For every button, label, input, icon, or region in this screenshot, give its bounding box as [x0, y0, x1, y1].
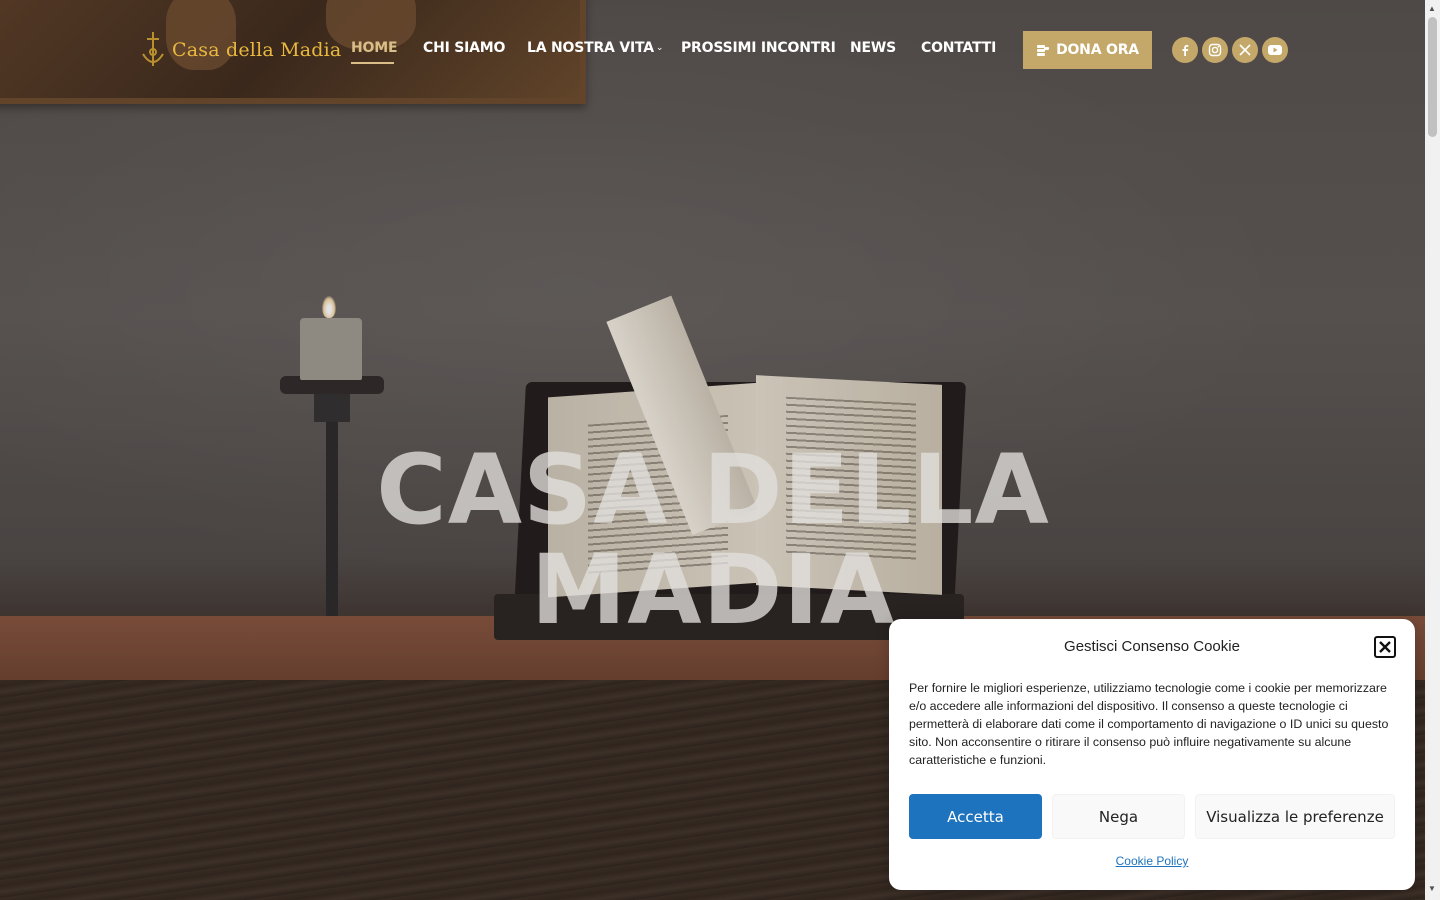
- cookie-deny-button[interactable]: Nega: [1052, 794, 1185, 839]
- hero-title: CASA DELLA MADIA: [360, 440, 1066, 640]
- cookie-dialog-text: Per fornire le migliori esperienze, util…: [909, 681, 1389, 767]
- nav-contatti[interactable]: CONTATTI: [921, 40, 996, 56]
- nav-la-nostra-vita-label: LA NOSTRA VITA: [527, 40, 654, 56]
- nav-home[interactable]: HOME: [351, 40, 398, 56]
- anchor-cross-icon: [140, 30, 166, 70]
- site-header: Casa della Madia HOME CHI SIAMO LA NOSTR…: [0, 0, 1425, 100]
- cookie-consent-dialog: Gestisci Consenso Cookie Per fornire le …: [889, 619, 1415, 890]
- x-icon[interactable]: [1232, 37, 1258, 63]
- nav-active-underline: [351, 62, 394, 64]
- nav-la-nostra-vita[interactable]: LA NOSTRA VITA ⌄: [527, 40, 663, 56]
- hero-title-line-1: CASA DELLA: [376, 434, 1050, 546]
- scroll-up-icon[interactable]: ▲: [1428, 4, 1436, 13]
- cookie-preferences-button[interactable]: Visualizza le preferenze: [1195, 794, 1395, 839]
- scroll-down-icon[interactable]: ▼: [1428, 884, 1436, 893]
- scrollbar-thumb[interactable]: [1428, 17, 1437, 137]
- nav-chi-siamo[interactable]: CHI SIAMO: [423, 40, 505, 56]
- site-logo-text: Casa della Madia: [172, 39, 342, 61]
- cookie-accept-button[interactable]: Accetta: [909, 794, 1042, 839]
- site-logo[interactable]: Casa della Madia: [140, 30, 341, 70]
- cookie-dialog-title: Gestisci Consenso Cookie: [1064, 638, 1240, 655]
- donate-button[interactable]: DONA ORA: [1023, 31, 1152, 69]
- coins-icon: [1036, 43, 1050, 57]
- cookie-policy-link[interactable]: Cookie Policy: [889, 854, 1415, 868]
- close-icon[interactable]: [1374, 636, 1396, 658]
- youtube-icon[interactable]: [1262, 37, 1288, 63]
- donate-button-label: DONA ORA: [1056, 42, 1139, 58]
- chevron-down-icon: ⌄: [655, 43, 664, 53]
- instagram-icon[interactable]: [1202, 37, 1228, 63]
- facebook-icon[interactable]: [1172, 37, 1198, 63]
- nav-prossimi-incontri[interactable]: PROSSIMI INCONTRI: [681, 40, 836, 56]
- nav-news[interactable]: NEWS: [850, 40, 896, 56]
